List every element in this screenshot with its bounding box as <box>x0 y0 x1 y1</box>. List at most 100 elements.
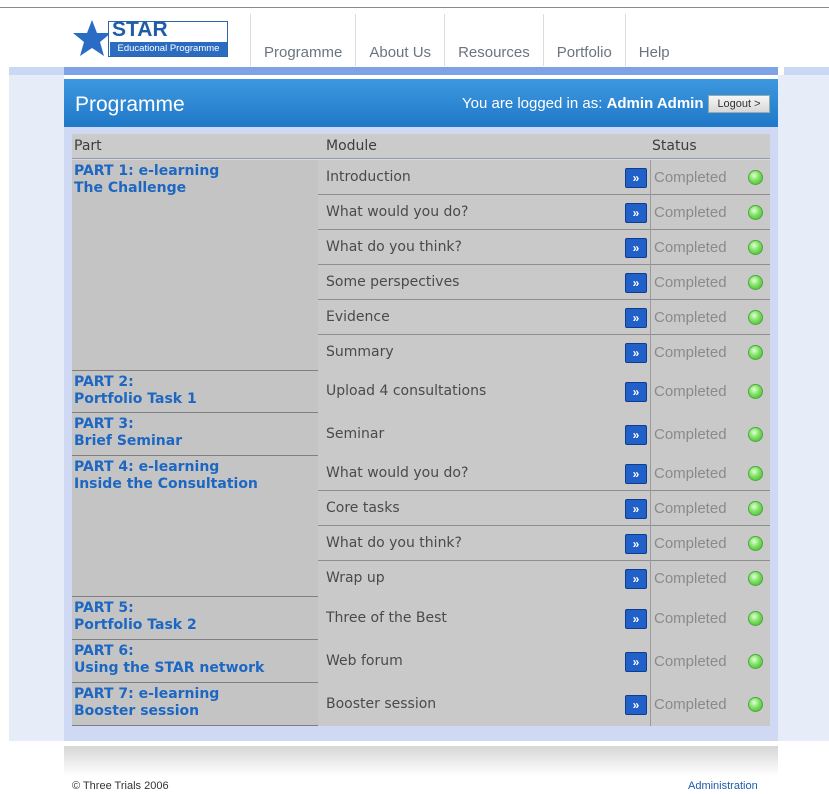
status-indicator-icon <box>748 610 763 626</box>
star-icon <box>73 20 111 56</box>
open-module-button[interactable]: » <box>625 694 647 715</box>
header-part: Part <box>74 138 102 154</box>
status-divider <box>650 335 651 371</box>
module-row: Upload 4 consultations » Completed <box>318 371 770 413</box>
login-status: You are logged in as: Admin Admin <box>462 95 704 112</box>
module-name: Web forum <box>326 652 403 669</box>
side-left <box>9 75 64 741</box>
status-divider <box>650 683 651 726</box>
part-title: PART 2: Portfolio Task 1 <box>74 374 319 408</box>
status-divider <box>650 413 651 456</box>
part-title-line: Portfolio Task 2 <box>74 617 197 633</box>
logo-title: STAR <box>112 18 168 41</box>
nav-programme[interactable]: Programme <box>250 14 355 66</box>
header-module: Module <box>326 138 377 154</box>
part-group: PART 4: e-learning Inside the Consultatio… <box>72 456 770 597</box>
open-module-button[interactable]: » <box>625 424 647 445</box>
administration-link[interactable]: Administration <box>688 780 758 792</box>
part-title-line: Using the STAR network <box>74 660 265 676</box>
module-row: Evidence » Completed <box>318 300 770 335</box>
open-module-button[interactable]: » <box>625 167 647 188</box>
part-title-line: PART 6: <box>74 643 134 659</box>
module-name: Three of the Best <box>326 609 447 626</box>
status-text: Completed <box>654 344 727 361</box>
module-row: Web forum » Completed <box>318 640 770 683</box>
part-title: PART 6: Using the STAR network <box>74 643 319 677</box>
module-name: Introduction <box>326 168 411 185</box>
status-text: Completed <box>654 534 727 552</box>
login-prefix: You are logged in as: <box>462 95 603 112</box>
part-title-line: PART 4: e-learning <box>74 459 220 475</box>
module-row: Some perspectives » Completed <box>318 265 770 300</box>
open-module-button[interactable]: » <box>625 651 647 672</box>
part-title: PART 7: e-learning Booster session <box>74 686 319 720</box>
open-module-button[interactable]: » <box>625 272 647 293</box>
open-module-button[interactable]: » <box>625 533 647 554</box>
status-text: Completed <box>654 652 727 670</box>
open-module-button[interactable]: » <box>625 202 647 223</box>
status-indicator-icon <box>748 204 763 220</box>
part-group: PART 2: Portfolio Task 1 Upload 4 consulta… <box>72 371 770 413</box>
status-indicator-icon <box>748 169 763 185</box>
part-group: PART 3: Brief Seminar Seminar » Completed <box>72 413 770 456</box>
status-text: Completed <box>654 570 727 587</box>
status-text: Completed <box>654 383 727 400</box>
table-header: Part Module Status <box>72 134 770 159</box>
part-group: PART 1: e-learning The Challenge Introduct… <box>72 160 770 371</box>
module-name: Booster session <box>326 695 437 712</box>
status-indicator-icon <box>748 309 763 325</box>
status-text: Completed <box>654 168 727 186</box>
open-module-button[interactable]: » <box>625 608 647 629</box>
module-row: What would you do? » Completed <box>318 456 770 491</box>
open-module-button[interactable]: » <box>625 463 647 484</box>
open-module-button[interactable]: » <box>625 569 647 589</box>
open-module-button[interactable]: » <box>625 498 647 519</box>
module-name: Evidence <box>326 308 390 325</box>
open-module-button[interactable]: » <box>625 343 647 363</box>
status-indicator-icon <box>748 426 763 442</box>
module-name: What do you think? <box>326 238 462 255</box>
user-name: Admin Admin <box>606 95 704 112</box>
module-name: Wrap up <box>326 570 385 586</box>
status-divider <box>650 640 651 683</box>
status-divider <box>650 160 651 195</box>
nav-resources[interactable]: Resources <box>444 14 543 66</box>
open-module-button[interactable]: » <box>625 382 647 402</box>
logout-button[interactable]: Logout > <box>708 95 770 113</box>
module-row: What would you do? » Completed <box>318 195 770 230</box>
nav-portfolio[interactable]: Portfolio <box>542 14 625 66</box>
main-nav: Programme About Us Resources Portfolio H… <box>250 14 683 66</box>
module-row: What do you think? » Completed <box>318 230 770 265</box>
part-title-line: PART 1: e-learning <box>74 163 220 179</box>
band-left <box>9 67 64 75</box>
module-row: What do you think? » Completed <box>318 526 770 561</box>
status-text: Completed <box>654 273 727 291</box>
logo-subtitle: Educational Programme <box>110 42 227 56</box>
status-indicator-icon <box>748 571 763 586</box>
open-module-button[interactable]: » <box>625 237 647 258</box>
part-group: PART 6: Using the STAR network Web forum » C… <box>72 640 770 683</box>
part-title-line: Portfolio Task 1 <box>74 391 197 407</box>
module-row: Wrap up » Completed <box>318 561 770 597</box>
part-title-line: PART 3: <box>74 416 134 432</box>
module-name: Core tasks <box>326 499 400 516</box>
status-text: Completed <box>654 695 727 713</box>
band-right <box>784 67 829 75</box>
nav-about-us[interactable]: About Us <box>355 14 444 66</box>
part-title: PART 5: Portfolio Task 2 <box>74 600 319 634</box>
part-group: PART 7: e-learning Booster session Booster… <box>72 683 770 726</box>
star-logo[interactable]: STAR Educational Programme <box>72 18 228 60</box>
open-module-button[interactable]: » <box>625 307 647 328</box>
status-indicator-icon <box>748 653 763 669</box>
panel-titlebar: Programme You are logged in as: Admin Ad… <box>64 79 778 127</box>
status-text: Completed <box>654 609 727 627</box>
top-divider <box>0 7 829 8</box>
copyright: © Three Trials 2006 <box>72 780 169 792</box>
part-title: PART 1: e-learning The Challenge <box>74 163 319 197</box>
status-divider <box>650 195 651 230</box>
status-divider <box>650 491 651 526</box>
nav-help[interactable]: Help <box>624 14 683 66</box>
part-group: PART 5: Portfolio Task 2 Three of the Best… <box>72 597 770 640</box>
footer-bar <box>64 746 778 776</box>
programme-table: Part Module Status PART 1: e-learning The… <box>72 134 770 732</box>
